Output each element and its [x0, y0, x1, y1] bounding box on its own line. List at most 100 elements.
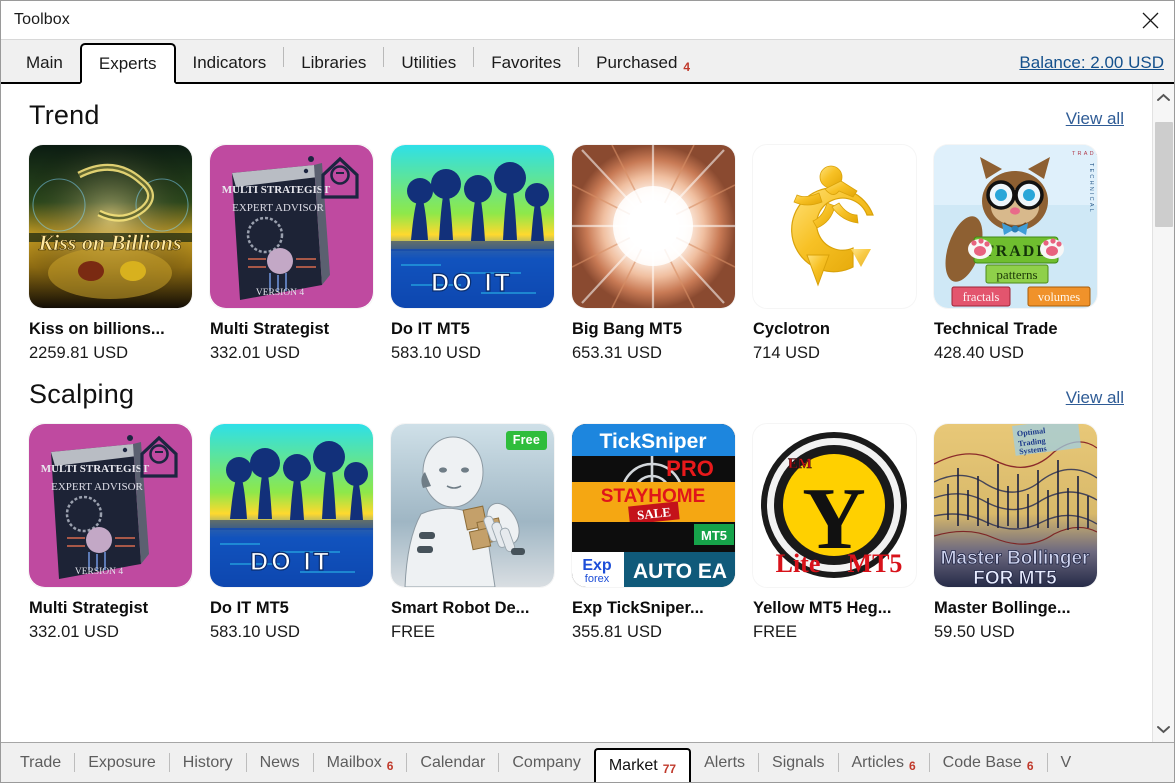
product-name: Smart Robot De...	[391, 599, 530, 617]
bottom-tab-company[interactable]: Company	[499, 747, 593, 779]
product-thumbnail[interactable]: Optimal Trading Systems Master Bollinger…	[934, 424, 1097, 587]
product-price: 653.31 USD	[572, 344, 662, 362]
balance-link[interactable]: Balance: 2.00 USD	[1019, 53, 1164, 73]
bottom-tab-history[interactable]: History	[170, 747, 246, 779]
product-card[interactable]: TRADE patterns fractals volumes TRADE TE…	[934, 145, 1097, 363]
svg-text:TRADE: TRADE	[983, 243, 1049, 260]
svg-text:Kiss on Billions: Kiss on Billions	[37, 230, 181, 255]
bottom-tab-label: News	[259, 753, 300, 771]
product-thumbnail[interactable]: Kiss on Billions	[29, 145, 192, 308]
tab-indicators[interactable]: Indicators	[176, 44, 284, 82]
product-thumbnail[interactable]: MULTI STRATEGIST EXPERT ADVISOR VERSION …	[29, 424, 192, 587]
bottom-tab-label: Market	[608, 756, 658, 774]
product-thumbnail[interactable]: DO IT	[391, 145, 554, 308]
chevron-up-icon[interactable]	[1153, 84, 1175, 110]
bottom-tab-news[interactable]: News	[247, 747, 313, 779]
product-name: Cyclotron	[753, 320, 831, 338]
tab-label: Purchased	[596, 53, 678, 72]
svg-text:patterns: patterns	[996, 267, 1037, 282]
product-thumbnail[interactable]: MULTI STRATEGIST EXPERT ADVISOR VERSION …	[210, 145, 373, 308]
product-card[interactable]: MULTI STRATEGIST EXPERT ADVISOR VERSION …	[29, 424, 192, 642]
svg-text:FOR MT5: FOR MT5	[973, 568, 1057, 587]
bottom-tab-calendar[interactable]: Calendar	[407, 747, 498, 779]
bottom-tab-mailbox[interactable]: Mailbox 6	[314, 747, 407, 779]
product-price: 714 USD	[753, 344, 820, 362]
bottom-tab-label: Mailbox	[326, 753, 382, 771]
product-card[interactable]: MULTI STRATEGIST EXPERT ADVISOR VERSION …	[210, 145, 373, 363]
view-all-link[interactable]: View all	[1066, 388, 1124, 408]
product-price: 428.40 USD	[934, 344, 1024, 362]
svg-text:Master Bollinger: Master Bollinger	[941, 548, 1090, 569]
product-card[interactable]: DO IT Do IT MT5 583.10 USD	[391, 145, 554, 363]
svg-text:STAYHOME: STAYHOME	[601, 486, 706, 507]
svg-text:DO IT: DO IT	[431, 269, 513, 297]
product-name: Multi Strategist	[210, 320, 330, 338]
product-thumbnail[interactable]	[572, 145, 735, 308]
section-trend: Trend View all Kiss on Billions Kiss on b…	[1, 84, 1152, 363]
product-card[interactable]: Kiss on Billions Kiss on billions... 2259…	[29, 145, 192, 363]
svg-text:VERSION 4: VERSION 4	[75, 567, 124, 577]
product-grid: MULTI STRATEGIST EXPERT ADVISOR VERSION …	[1, 410, 1152, 642]
scrollbar-track[interactable]	[1153, 110, 1175, 716]
bottom-tab-alerts[interactable]: Alerts	[691, 747, 758, 779]
bottom-tab-v[interactable]: V	[1048, 747, 1085, 779]
product-name: Big Bang MT5	[572, 320, 682, 338]
vertical-scrollbar[interactable]	[1152, 84, 1174, 742]
tab-utilities[interactable]: Utilities	[384, 44, 473, 82]
product-price: 59.50 USD	[934, 623, 1015, 641]
svg-text:EXPERT ADVISOR: EXPERT ADVISOR	[51, 481, 143, 493]
product-card[interactable]: TickSniper PRO STAYHOME SALE MT5 Exp for…	[572, 424, 735, 642]
tab-libraries[interactable]: Libraries	[284, 44, 383, 82]
bottom-tab-badge: 77	[662, 761, 677, 776]
svg-text:TRADE: TRADE	[1072, 151, 1097, 157]
tab-experts[interactable]: Experts	[79, 43, 176, 84]
close-icon[interactable]	[1126, 1, 1174, 39]
bottom-tab-exposure[interactable]: Exposure	[75, 747, 169, 779]
product-price: 332.01 USD	[29, 623, 119, 641]
toolbox-window: Toolbox Main Experts Indicators Libraries Ut…	[0, 0, 1175, 783]
bottom-tab-signals[interactable]: Signals	[759, 747, 837, 779]
product-thumbnail[interactable]: TRADE patterns fractals volumes TRADE TE…	[934, 145, 1097, 308]
product-thumbnail[interactable]: Free	[391, 424, 554, 587]
tab-favorites[interactable]: Favorites	[474, 44, 578, 82]
product-card[interactable]: Y EM Lite MT5 Yellow MT5 Heg... FREE	[753, 424, 916, 642]
section-header: Trend View all	[1, 84, 1152, 131]
product-price: 332.01 USD	[210, 344, 300, 362]
window-title: Toolbox	[14, 11, 70, 28]
bottom-tab-articles[interactable]: Articles 6	[839, 747, 929, 779]
product-thumbnail[interactable]: TickSniper PRO STAYHOME SALE MT5 Exp for…	[572, 424, 735, 587]
bottom-tab-label: Code Base	[942, 753, 1022, 771]
product-card[interactable]: Optimal Trading Systems Master Bollinger…	[934, 424, 1097, 642]
svg-text:Lite: Lite	[776, 549, 821, 578]
svg-text:TickSniper: TickSniper	[600, 430, 707, 453]
svg-text:MULTI STRATEGIST: MULTI STRATEGIST	[222, 184, 331, 196]
scrollbar-thumb[interactable]	[1154, 122, 1173, 227]
bottom-tab-trade[interactable]: Trade	[7, 747, 74, 779]
svg-text:MULTI STRATEGIST: MULTI STRATEGIST	[41, 463, 150, 475]
product-thumbnail[interactable]: Y EM Lite MT5	[753, 424, 916, 587]
svg-text:MT5: MT5	[701, 528, 727, 543]
product-card[interactable]: Cyclotron 714 USD	[753, 145, 916, 363]
svg-text:forex: forex	[585, 573, 610, 585]
product-thumbnail[interactable]	[753, 145, 916, 308]
svg-text:volumes: volumes	[1038, 290, 1080, 304]
product-card[interactable]: Big Bang MT5 653.31 USD	[572, 145, 735, 363]
product-price: 355.81 USD	[572, 623, 662, 641]
product-card[interactable]: Free Smart Robot De... FREE	[391, 424, 554, 642]
bottom-tab-market[interactable]: Market 77	[593, 747, 692, 782]
view-all-link[interactable]: View all	[1066, 109, 1124, 129]
product-thumbnail[interactable]: DO IT	[210, 424, 373, 587]
svg-text:VERSION 4: VERSION 4	[256, 288, 305, 298]
svg-text:MT5: MT5	[848, 549, 903, 578]
section-title: Trend	[29, 100, 100, 130]
toolbox-bottom-tabs: Trade Exposure History News Mailbox 6 Calendar…	[1, 742, 1174, 782]
bottom-tab-code-base[interactable]: Code Base 6	[930, 747, 1047, 779]
product-price: 2259.81 USD	[29, 344, 129, 362]
product-card[interactable]: DO IT Do IT MT5 583.10 USD	[210, 424, 373, 642]
tab-main[interactable]: Main	[9, 44, 80, 82]
tab-purchased[interactable]: Purchased 4	[579, 44, 707, 82]
svg-text:TECHNICAL: TECHNICAL	[1088, 163, 1094, 214]
chevron-down-icon[interactable]	[1153, 716, 1175, 742]
bottom-tab-label: V	[1060, 753, 1072, 771]
bottom-tab-badge: 6	[1026, 758, 1034, 773]
